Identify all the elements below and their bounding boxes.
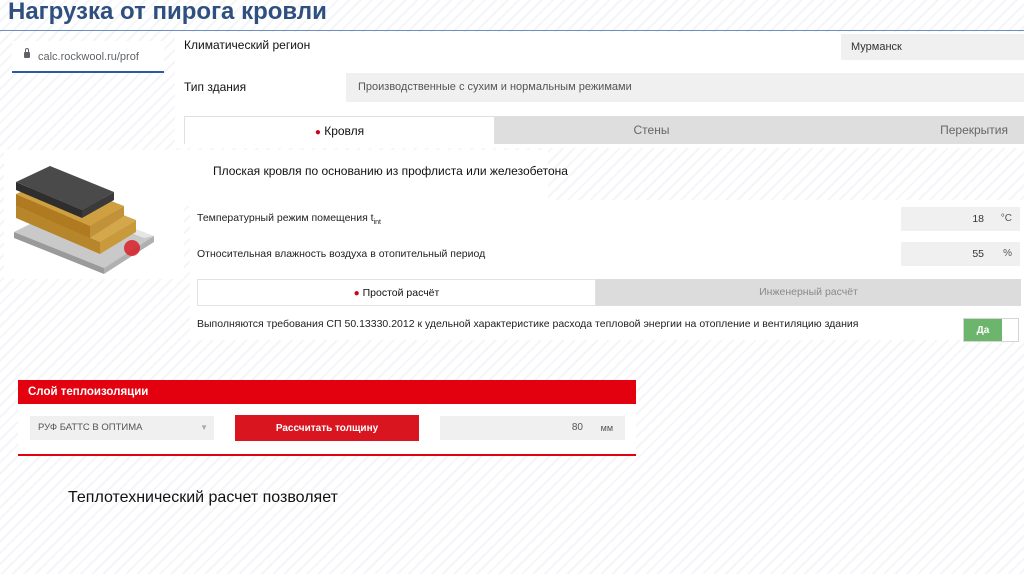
roof-illustration [4,150,184,279]
thickness-value: 80 [571,422,583,433]
temperature-label-text: Температурный режим помещения t [197,212,374,224]
insulation-header: Слой теплоизоляции [18,380,636,404]
temperature-subscript: int [373,219,382,227]
thickness-output: 80 мм [440,416,625,440]
address-url: calc.rockwool.ru/prof [38,51,139,63]
chevron-down-icon: ▼ [200,423,208,432]
address-underline [12,71,164,73]
lock-icon [24,48,30,58]
temperature-value: 18 [972,213,984,225]
humidity-unit: % [1003,248,1012,259]
temperature-input[interactable]: 18 °C [901,207,1020,231]
humidity-label: Относительная влажность воздуха в отопит… [197,248,486,260]
product-value: РУФ БАТТС В ОПТИМА [38,422,143,433]
tab-engineering-label: Инженерный расчёт [759,286,858,298]
slide-title: Нагрузка от пирога кровли [8,0,327,25]
thickness-unit: мм [600,423,613,433]
tab-floors-label: Перекрытия [940,123,1008,137]
temperature-unit: °C [1000,213,1012,224]
tab-floors[interactable]: Перекрытия [808,116,1024,144]
title-divider [0,30,1024,31]
building-type-select[interactable]: Производственные с сухим и нормальным ре… [346,73,1024,102]
humidity-input[interactable]: 55% [901,242,1020,266]
roof-header-panel [184,150,548,206]
requirement-toggle[interactable]: Да [963,318,1019,342]
tab-simple-label: Простой расчёт [362,287,440,299]
roof-type-title: Плоская кровля по основанию из профлиста… [213,164,568,178]
region-label: Климатический регион [184,38,311,52]
roof-layers-illustration [14,166,154,274]
requirement-statement: Выполняются требования СП 50.13330.2012 … [197,318,859,330]
slide-caption: Теплотехнический расчет позволяет [68,489,338,506]
building-type-label: Тип здания [184,80,247,94]
tab-walls-label: Стены [633,123,670,137]
tab-roof-label: Кровля [324,124,365,138]
active-dot-icon: ● [314,127,321,138]
tab-roof[interactable]: ● Кровля [184,116,495,144]
region-select[interactable]: Мурманск [841,34,1024,60]
humidity-value: 55 [972,248,984,260]
browser-address-bar[interactable]: calc.rockwool.ru/prof [12,41,164,73]
temperature-label: Температурный режим помещения tint [197,212,381,226]
insulation-bottom-rule [18,454,636,456]
insulation-product-select[interactable]: РУФ БАТТС В ОПТИМА ▼ [30,416,214,440]
tab-simple-calculation[interactable]: ● Простой расчёт [197,279,596,306]
active-dot-icon: ● [353,288,360,299]
tab-engineering-calculation[interactable]: Инженерный расчёт [596,279,1021,306]
tab-walls[interactable]: Стены [495,116,808,144]
calculate-thickness-button[interactable]: Рассчитать толщину [235,415,419,441]
toggle-on-label: Да [964,319,1002,341]
